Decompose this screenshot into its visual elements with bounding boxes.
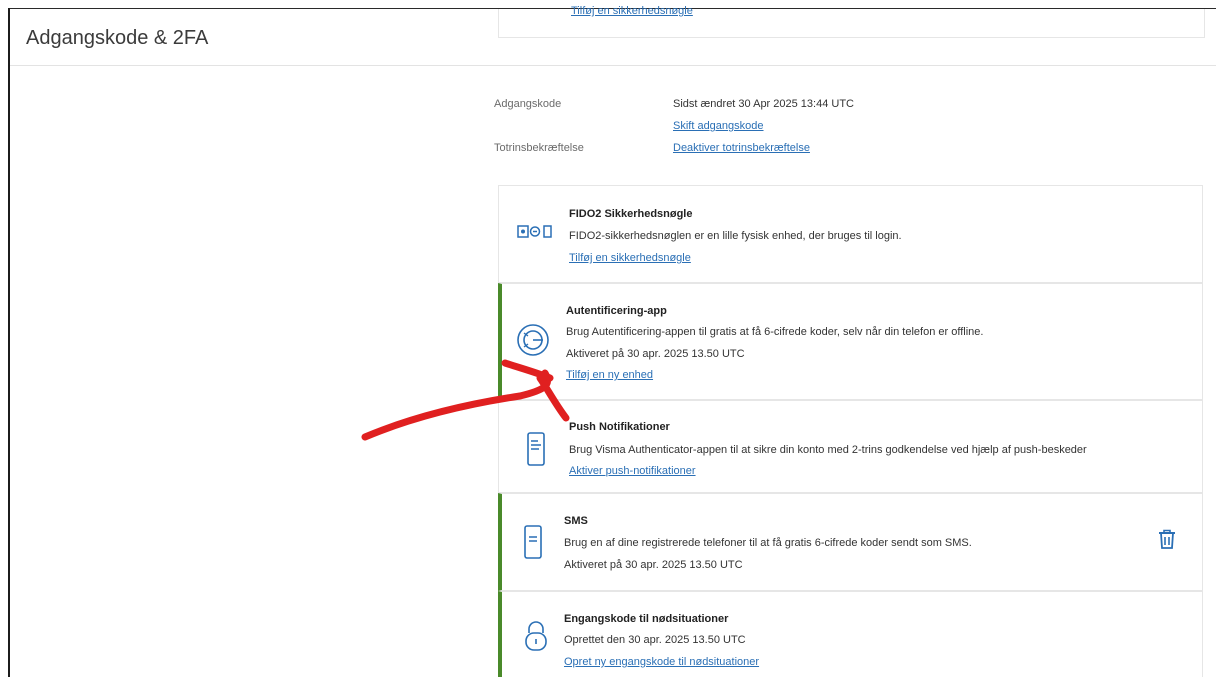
fido2-title: FIDO2 Sikkerhedsnøgle (569, 208, 693, 220)
sms-phone-icon (524, 525, 542, 564)
authenticator-app-description: Brug Autentificering-appen til gratis at… (566, 326, 984, 338)
authenticator-app-icon (516, 323, 550, 362)
sms-card: SMS Brug en af dine registrerede telefon… (498, 493, 1203, 591)
emergency-codes-card: Engangskode til nødsituationer Oprettet … (498, 591, 1203, 677)
two-factor-label: Totrinsbekræftelse (494, 142, 584, 154)
password-last-changed: Sidst ændret 30 Apr 2025 13:44 UTC (673, 98, 854, 110)
sms-description: Brug en af dine registrerede telefoner t… (564, 537, 972, 549)
authenticator-app-status: Aktiveret på 30 apr. 2025 13.50 UTC (566, 348, 745, 360)
deactivate-2fa-link[interactable]: Deaktiver totrinsbekræftelse (673, 142, 810, 154)
fido2-description: FIDO2-sikkerhedsnøglen er en lille fysis… (569, 230, 902, 242)
create-emergency-code-link[interactable]: Opret ny engangskode til nødsituationer (564, 656, 759, 668)
authenticator-app-card: Autentificering-app Brug Autentificering… (498, 283, 1203, 400)
lock-icon (524, 620, 548, 657)
delete-sms-button[interactable] (1158, 529, 1176, 554)
add-new-device-link[interactable]: Tilføj en ny enhed (566, 369, 653, 381)
push-notifications-card: Push Notifikationer Brug Visma Authentic… (498, 400, 1203, 493)
push-notifications-title: Push Notifikationer (569, 421, 670, 433)
trash-icon (1159, 529, 1175, 549)
authenticator-app-title: Autentificering-app (566, 305, 667, 317)
window-border-left (8, 8, 10, 677)
change-password-link[interactable]: Skift adgangskode (673, 120, 764, 132)
sms-title: SMS (564, 515, 588, 527)
security-key-icon (517, 224, 553, 245)
emergency-codes-title: Engangskode til nødsituationer (564, 613, 729, 625)
add-security-key-link[interactable]: Tilføj en sikkerhedsnøgle (569, 252, 691, 264)
fido2-card: FIDO2 Sikkerhedsnøgle FIDO2-sikkerhedsnø… (498, 185, 1203, 283)
push-notifications-description: Brug Visma Authenticator-appen til at si… (569, 444, 1087, 456)
password-label: Adgangskode (494, 98, 562, 110)
previous-card-fragment: Tilføj en sikkerhedsnøgle (498, 5, 1205, 38)
activate-push-link[interactable]: Aktiver push-notifikationer (569, 465, 696, 477)
sms-status: Aktiveret på 30 apr. 2025 13.50 UTC (564, 559, 743, 571)
emergency-codes-status: Oprettet den 30 apr. 2025 13.50 UTC (564, 634, 746, 646)
page-title: Adgangskode & 2FA (26, 27, 209, 49)
phone-icon (527, 432, 545, 471)
add-security-key-link-top[interactable]: Tilføj en sikkerhedsnøgle (571, 5, 693, 17)
